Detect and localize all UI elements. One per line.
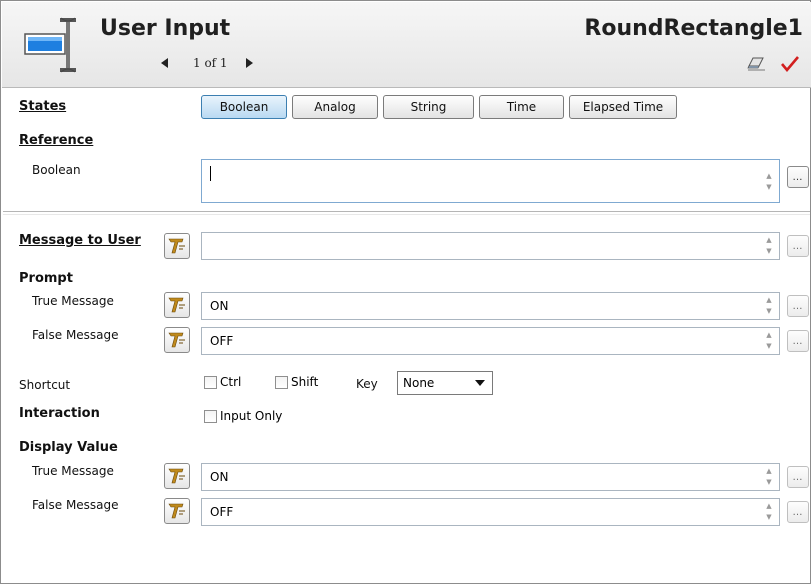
message-to-user-spinner[interactable]: ▲ ▼ [763, 236, 775, 256]
interaction-label: Interaction [19, 406, 100, 421]
panel-header: User Input RoundRectangle1 1 of 1 [2, 2, 811, 88]
display-false-input[interactable]: OFF ▲ ▼ [201, 498, 780, 526]
display-true-text-button[interactable] [164, 463, 190, 489]
boolean-reference-browse-button[interactable]: … [787, 166, 809, 188]
header-actions [747, 56, 799, 75]
prompt-true-browse-button[interactable]: … [787, 295, 809, 317]
prompt-false-browse-button[interactable]: … [787, 330, 809, 352]
state-time-button[interactable]: Time [479, 95, 564, 119]
input-only-checkbox-box[interactable] [204, 409, 217, 423]
panel-title: User Input [100, 16, 231, 41]
display-false-browse-button[interactable]: … [787, 501, 809, 523]
prompt-false-text-button[interactable] [164, 327, 190, 353]
display-value-label: Display Value [19, 440, 118, 455]
boolean-label: Boolean [32, 163, 81, 177]
chevron-down-icon [475, 380, 485, 386]
user-input-textfield-icon [22, 14, 86, 78]
ctrl-checkbox-box[interactable] [204, 375, 217, 389]
next-arrow-icon[interactable] [243, 56, 255, 70]
prompt-false-input[interactable]: OFF ▲ ▼ [201, 327, 780, 355]
message-to-user-input[interactable]: ▲ ▼ [201, 232, 780, 260]
prompt-true-spinner[interactable]: ▲ ▼ [763, 296, 775, 316]
prompt-false-spinner[interactable]: ▲ ▼ [763, 331, 775, 351]
prev-arrow-icon[interactable] [159, 56, 171, 70]
ctrl-checkbox[interactable]: Ctrl [204, 375, 241, 389]
states-label: States [19, 99, 67, 114]
shift-checkbox-box[interactable] [275, 375, 288, 389]
prompt-true-label: True Message [32, 294, 114, 308]
eraser-icon[interactable] [747, 56, 767, 75]
text-format-icon [168, 332, 185, 348]
shortcut-label: Shortcut [19, 378, 71, 392]
text-editor-button[interactable] [164, 233, 190, 259]
message-to-user-label: Message to User [19, 233, 141, 248]
checkmark-icon[interactable] [781, 56, 799, 75]
text-format-icon [168, 503, 185, 519]
section-divider [3, 211, 810, 212]
user-input-panel: User Input RoundRectangle1 1 of 1 States… [0, 0, 811, 584]
object-name: RoundRectangle1 [584, 16, 803, 41]
boolean-reference-input[interactable]: ▲ ▼ [201, 159, 780, 203]
display-false-label: False Message [32, 498, 119, 512]
boolean-reference-spinner[interactable]: ▲ ▼ [763, 172, 775, 192]
text-format-icon [168, 297, 185, 313]
display-false-spinner[interactable]: ▲ ▼ [763, 502, 775, 522]
pager-nav: 1 of 1 [159, 55, 255, 71]
prompt-true-input[interactable]: ON ▲ ▼ [201, 292, 780, 320]
pager-text: 1 of 1 [193, 56, 228, 70]
message-to-user-browse-button[interactable]: … [787, 235, 809, 257]
prompt-label: Prompt [19, 271, 73, 286]
prompt-false-label: False Message [32, 328, 119, 342]
shift-checkbox[interactable]: Shift [275, 375, 318, 389]
text-caret [210, 166, 211, 181]
state-analog-button[interactable]: Analog [292, 95, 378, 119]
key-label: Key [356, 377, 378, 391]
display-false-text-button[interactable] [164, 498, 190, 524]
state-string-button[interactable]: String [383, 95, 474, 119]
display-true-browse-button[interactable]: … [787, 466, 809, 488]
state-elapsed-time-button[interactable]: Elapsed Time [569, 95, 677, 119]
input-only-checkbox[interactable]: Input Only [204, 409, 282, 423]
text-format-icon [168, 468, 185, 484]
display-true-input[interactable]: ON ▲ ▼ [201, 463, 780, 491]
reference-label: Reference [19, 133, 94, 148]
state-boolean-button[interactable]: Boolean [201, 95, 287, 119]
key-select[interactable]: None [397, 371, 493, 395]
text-format-icon [168, 238, 185, 254]
display-true-label: True Message [32, 464, 114, 478]
prompt-true-text-button[interactable] [164, 292, 190, 318]
section-divider-shadow [3, 214, 810, 215]
display-true-spinner[interactable]: ▲ ▼ [763, 467, 775, 487]
state-buttons: Boolean Analog String Time Elapsed Time [201, 95, 677, 119]
